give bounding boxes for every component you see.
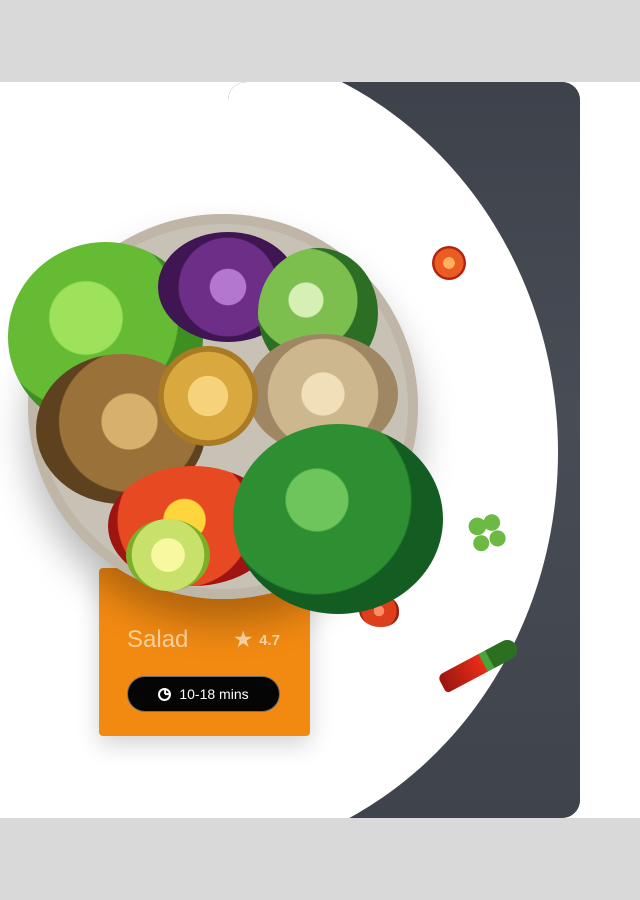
time-label: 10-18 mins xyxy=(179,686,249,702)
clock-icon xyxy=(158,687,172,701)
rating-group: ★ 4.7 xyxy=(234,630,280,650)
time-badge[interactable]: 10-18 mins xyxy=(127,676,280,712)
lime-wedge xyxy=(126,519,210,591)
card-title: Salad xyxy=(127,626,189,653)
spinach-leaves xyxy=(233,424,443,614)
star-icon: ★ xyxy=(234,629,253,651)
chickpeas xyxy=(158,346,258,446)
rating-value: 4.7 xyxy=(259,631,280,649)
salad-bowl-image xyxy=(8,214,443,614)
parsley-garnish xyxy=(463,512,511,560)
